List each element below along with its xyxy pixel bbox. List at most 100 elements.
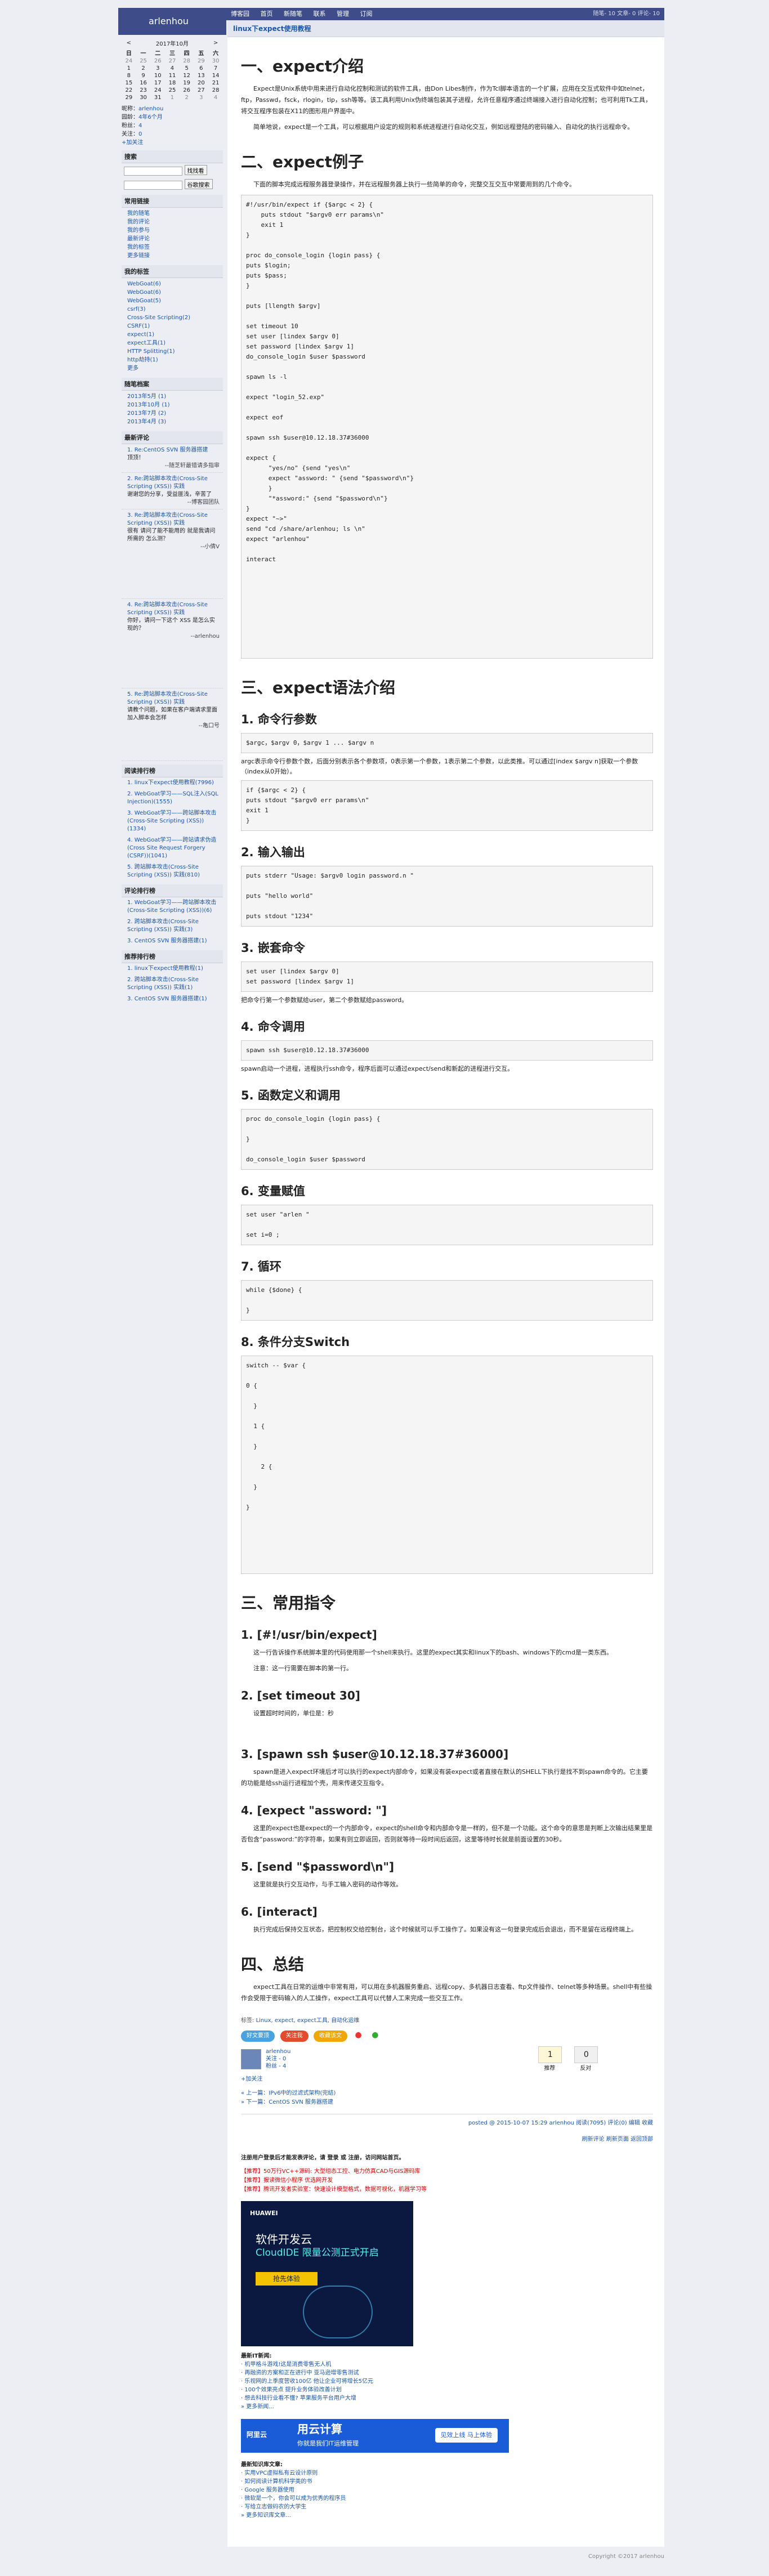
- tag-link[interactable]: HTTP Splitting(1): [127, 348, 175, 355]
- comment-link[interactable]: 5. Re:跨站脚本攻击(Cross-Site Scripting (XSS))…: [127, 691, 208, 705]
- read-rank-item[interactable]: 4. WebGoat学习——跨站请求伪造(Cross Site Request …: [127, 837, 216, 859]
- tag-link[interactable]: expect(1): [127, 332, 154, 338]
- search-input[interactable]: [124, 167, 182, 176]
- add-follow-link[interactable]: +加关注: [122, 140, 143, 146]
- tag-link[interactable]: http劫持(1): [127, 357, 158, 363]
- tag-link[interactable]: CSRF(1): [127, 323, 150, 329]
- news-item[interactable]: · 想去科技行业看不懂? 苹果服务平台用户大增: [241, 2395, 356, 2401]
- search-button[interactable]: 找找看: [184, 165, 207, 175]
- comment-refresh-links[interactable]: 刷新评论 刷新页面 返回顶部: [582, 2136, 653, 2143]
- nav-cnblogs[interactable]: 博客园: [226, 8, 254, 20]
- tag-link[interactable]: csrf(3): [127, 306, 146, 312]
- recommend-button[interactable]: 好文要顶: [241, 2031, 275, 2042]
- comment-item: 5. Re:跨站脚本攻击(Cross-Site Scripting (XSS))…: [122, 688, 223, 761]
- promo-link[interactable]: 【推荐】报读微信小程序 优选网开发: [241, 2177, 333, 2184]
- kb-item[interactable]: · 如何阅读计算机科学类的书: [241, 2479, 312, 2485]
- news-item[interactable]: · 100个效果亮点 提升业务体验改善计划: [241, 2387, 342, 2393]
- follow-me-button[interactable]: 关注我: [280, 2031, 309, 2042]
- archive-link[interactable]: 2013年5月 (1): [127, 393, 166, 400]
- nav-home[interactable]: 首页: [256, 8, 278, 20]
- upvote[interactable]: 1 推荐: [538, 2046, 562, 2072]
- downvote-count[interactable]: 0: [574, 2046, 598, 2063]
- author-fans[interactable]: 粉丝 - 4: [266, 2063, 286, 2069]
- archive-link[interactable]: 2013年7月 (2): [127, 410, 166, 417]
- comment-rank-item[interactable]: 3. CentOS SVN 服务器搭建(1): [127, 938, 207, 944]
- promo-link[interactable]: 【推荐】腾讯开发者实验室：快速设计模型格式，数据可视化，机器学习等: [241, 2186, 427, 2193]
- tag-link[interactable]: WebGoat(6): [127, 289, 161, 296]
- news-item[interactable]: · 乐视网的上季度营收100亿 他让企业可将增长5亿元: [241, 2378, 373, 2385]
- heading-nested: 3. 嵌套命令: [241, 941, 305, 955]
- login-prompt[interactable]: 注册用户登录后才能发表评论，请 登录 或 注册，访问网站首页。: [241, 2155, 404, 2161]
- weibo-icon[interactable]: ●: [352, 2029, 364, 2041]
- comment-rank-item[interactable]: 2. 跨站脚本攻击(Cross-Site Scripting (XSS)) 实践…: [127, 919, 199, 933]
- link-more[interactable]: 更多链接: [127, 253, 150, 259]
- news-item[interactable]: · 机甲格斗游戏!这是消费零售无人机: [241, 2362, 331, 2368]
- read-rank-item[interactable]: 2. WebGoat学习——SQL注入(SQL Injection)(1555): [127, 791, 218, 805]
- news-item[interactable]: · 再融资的方案和正在进行中 亚马逊增零售测试: [241, 2370, 359, 2376]
- comment-rank-item[interactable]: 1. WebGoat学习——跨站脚本攻击(Cross-Site Scriptin…: [127, 900, 216, 914]
- nav-contact[interactable]: 联系: [309, 8, 330, 20]
- nav-admin[interactable]: 管理: [332, 8, 354, 20]
- upvote-count[interactable]: 1: [538, 2046, 562, 2063]
- prev-post-link[interactable]: « 上一篇：IPv6中的过滤式架构(完结): [241, 2090, 336, 2096]
- cmd-paragraph: 设置超时时间的，单位是：秒: [253, 1710, 334, 1717]
- google-search-input[interactable]: [124, 181, 182, 190]
- promo-link[interactable]: 【推荐】50万行VC++源码: 大型组态工控、电力仿真CAD与GIS源码库: [241, 2168, 420, 2175]
- blog-brand[interactable]: arlenhou: [118, 8, 226, 35]
- tag-link[interactable]: Cross-Site Scripting(2): [127, 315, 190, 321]
- comment-link[interactable]: 2. Re:跨站脚本攻击(Cross-Site Scripting (XSS))…: [127, 476, 208, 490]
- archive-link[interactable]: 2013年4月 (3): [127, 419, 166, 425]
- tags-links[interactable]: Linux, expect, expect工具, 自动化运维: [256, 2018, 360, 2024]
- link-my-comments[interactable]: 我的评论: [127, 219, 150, 225]
- downvote[interactable]: 0 反对: [574, 2046, 598, 2072]
- kb-item[interactable]: · 实用VPC虚拟私有云设计原则: [241, 2470, 318, 2476]
- tag-link[interactable]: expect工具(1): [127, 340, 166, 346]
- archive-link[interactable]: 2013年10月 (1): [127, 402, 170, 408]
- post-title[interactable]: linux下expect使用教程: [233, 25, 311, 33]
- aliyun-ad[interactable]: 阿里云 用云计算 你就是我们IT运维管理 见效上线 马上体验: [241, 2419, 509, 2453]
- next-post-link[interactable]: » 下一篇：CentOS SVN 服务器搭建: [241, 2099, 333, 2105]
- comment-link[interactable]: 4. Re:跨站脚本攻击(Cross-Site Scripting (XSS))…: [127, 602, 208, 616]
- add-follow-author[interactable]: +加关注: [241, 2076, 262, 2082]
- link-my-tags[interactable]: 我的标签: [127, 244, 150, 251]
- huawei-ad[interactable]: HUAWEI 软件开发云 CloudIDE 限量公测正式开启 抢先体验: [241, 2201, 413, 2346]
- nav-new-post[interactable]: 新随笔: [279, 8, 307, 20]
- link-latest-comments[interactable]: 最新评论: [127, 236, 150, 242]
- ad2-cta-button[interactable]: 见效上线 马上体验: [435, 2428, 498, 2443]
- kb-item[interactable]: · 微软是一个，你会可以成为优秀的程序员: [241, 2496, 346, 2502]
- calendar-day: 21: [212, 80, 220, 86]
- read-rank-item[interactable]: 5. 跨站脚本攻击(Cross-Site Scripting (XSS)) 实践…: [127, 864, 200, 878]
- kb-more[interactable]: » 更多知识库文章...: [241, 2512, 291, 2519]
- recommend-rank-item[interactable]: 2. 跨站脚本攻击(Cross-Site Scripting (XSS)) 实践…: [127, 977, 199, 991]
- recommend-rank-item[interactable]: 3. CentOS SVN 服务器搭建(1): [127, 996, 207, 1002]
- profile-age-link[interactable]: 4年6个月: [138, 114, 163, 120]
- author-name[interactable]: arlenhou: [266, 2049, 290, 2055]
- profile-nick-link[interactable]: arlenhou: [138, 106, 163, 112]
- link-my-participation[interactable]: 我的参与: [127, 227, 150, 234]
- calendar-prev[interactable]: <: [122, 38, 136, 48]
- tag-link[interactable]: WebGoat(6): [127, 281, 161, 287]
- google-search-button[interactable]: 谷歌搜索: [184, 179, 213, 189]
- avatar[interactable]: [241, 2049, 261, 2069]
- news-more[interactable]: » 更多新闻...: [241, 2404, 274, 2410]
- nav-subscribe[interactable]: 订阅: [356, 8, 377, 20]
- read-rank-item[interactable]: 3. WebGoat学习——跨站脚本攻击(Cross-Site Scriptin…: [127, 810, 216, 832]
- ad-cta-button[interactable]: 抢先体验: [256, 2272, 318, 2286]
- link-my-posts[interactable]: 我的随笔: [127, 211, 150, 217]
- calendar-next[interactable]: >: [208, 38, 223, 48]
- favorite-button[interactable]: 收藏该文: [314, 2031, 347, 2042]
- comment-link[interactable]: 1. Re:CentOS SVN 服务器搭建: [127, 447, 208, 453]
- recommend-rank-item[interactable]: 1. linux下expect使用教程(1): [127, 965, 203, 972]
- author-follow[interactable]: 关注 - 0: [266, 2056, 286, 2062]
- wechat-icon[interactable]: ●: [369, 2029, 381, 2041]
- profile-fans-link[interactable]: 4: [138, 123, 142, 129]
- kb-item[interactable]: · Google 服务器使用: [241, 2487, 294, 2493]
- tag-more-link[interactable]: 更多: [127, 365, 138, 372]
- comment-link[interactable]: 3. Re:跨站脚本攻击(Cross-Site Scripting (XSS))…: [127, 512, 208, 526]
- profile-follow-link[interactable]: 0: [138, 131, 142, 137]
- recent-comments-block: 最新评论 1. Re:CentOS SVN 服务器搭建 顶顶！ --随芝轩最错请…: [122, 431, 223, 761]
- kb-item[interactable]: · 写给立志做码农的大学生: [241, 2504, 306, 2510]
- read-rank-item[interactable]: 1. linux下expect使用教程(7996): [127, 780, 214, 786]
- heading-args: 1. 命令行参数: [241, 713, 317, 726]
- tag-link[interactable]: WebGoat(5): [127, 298, 161, 304]
